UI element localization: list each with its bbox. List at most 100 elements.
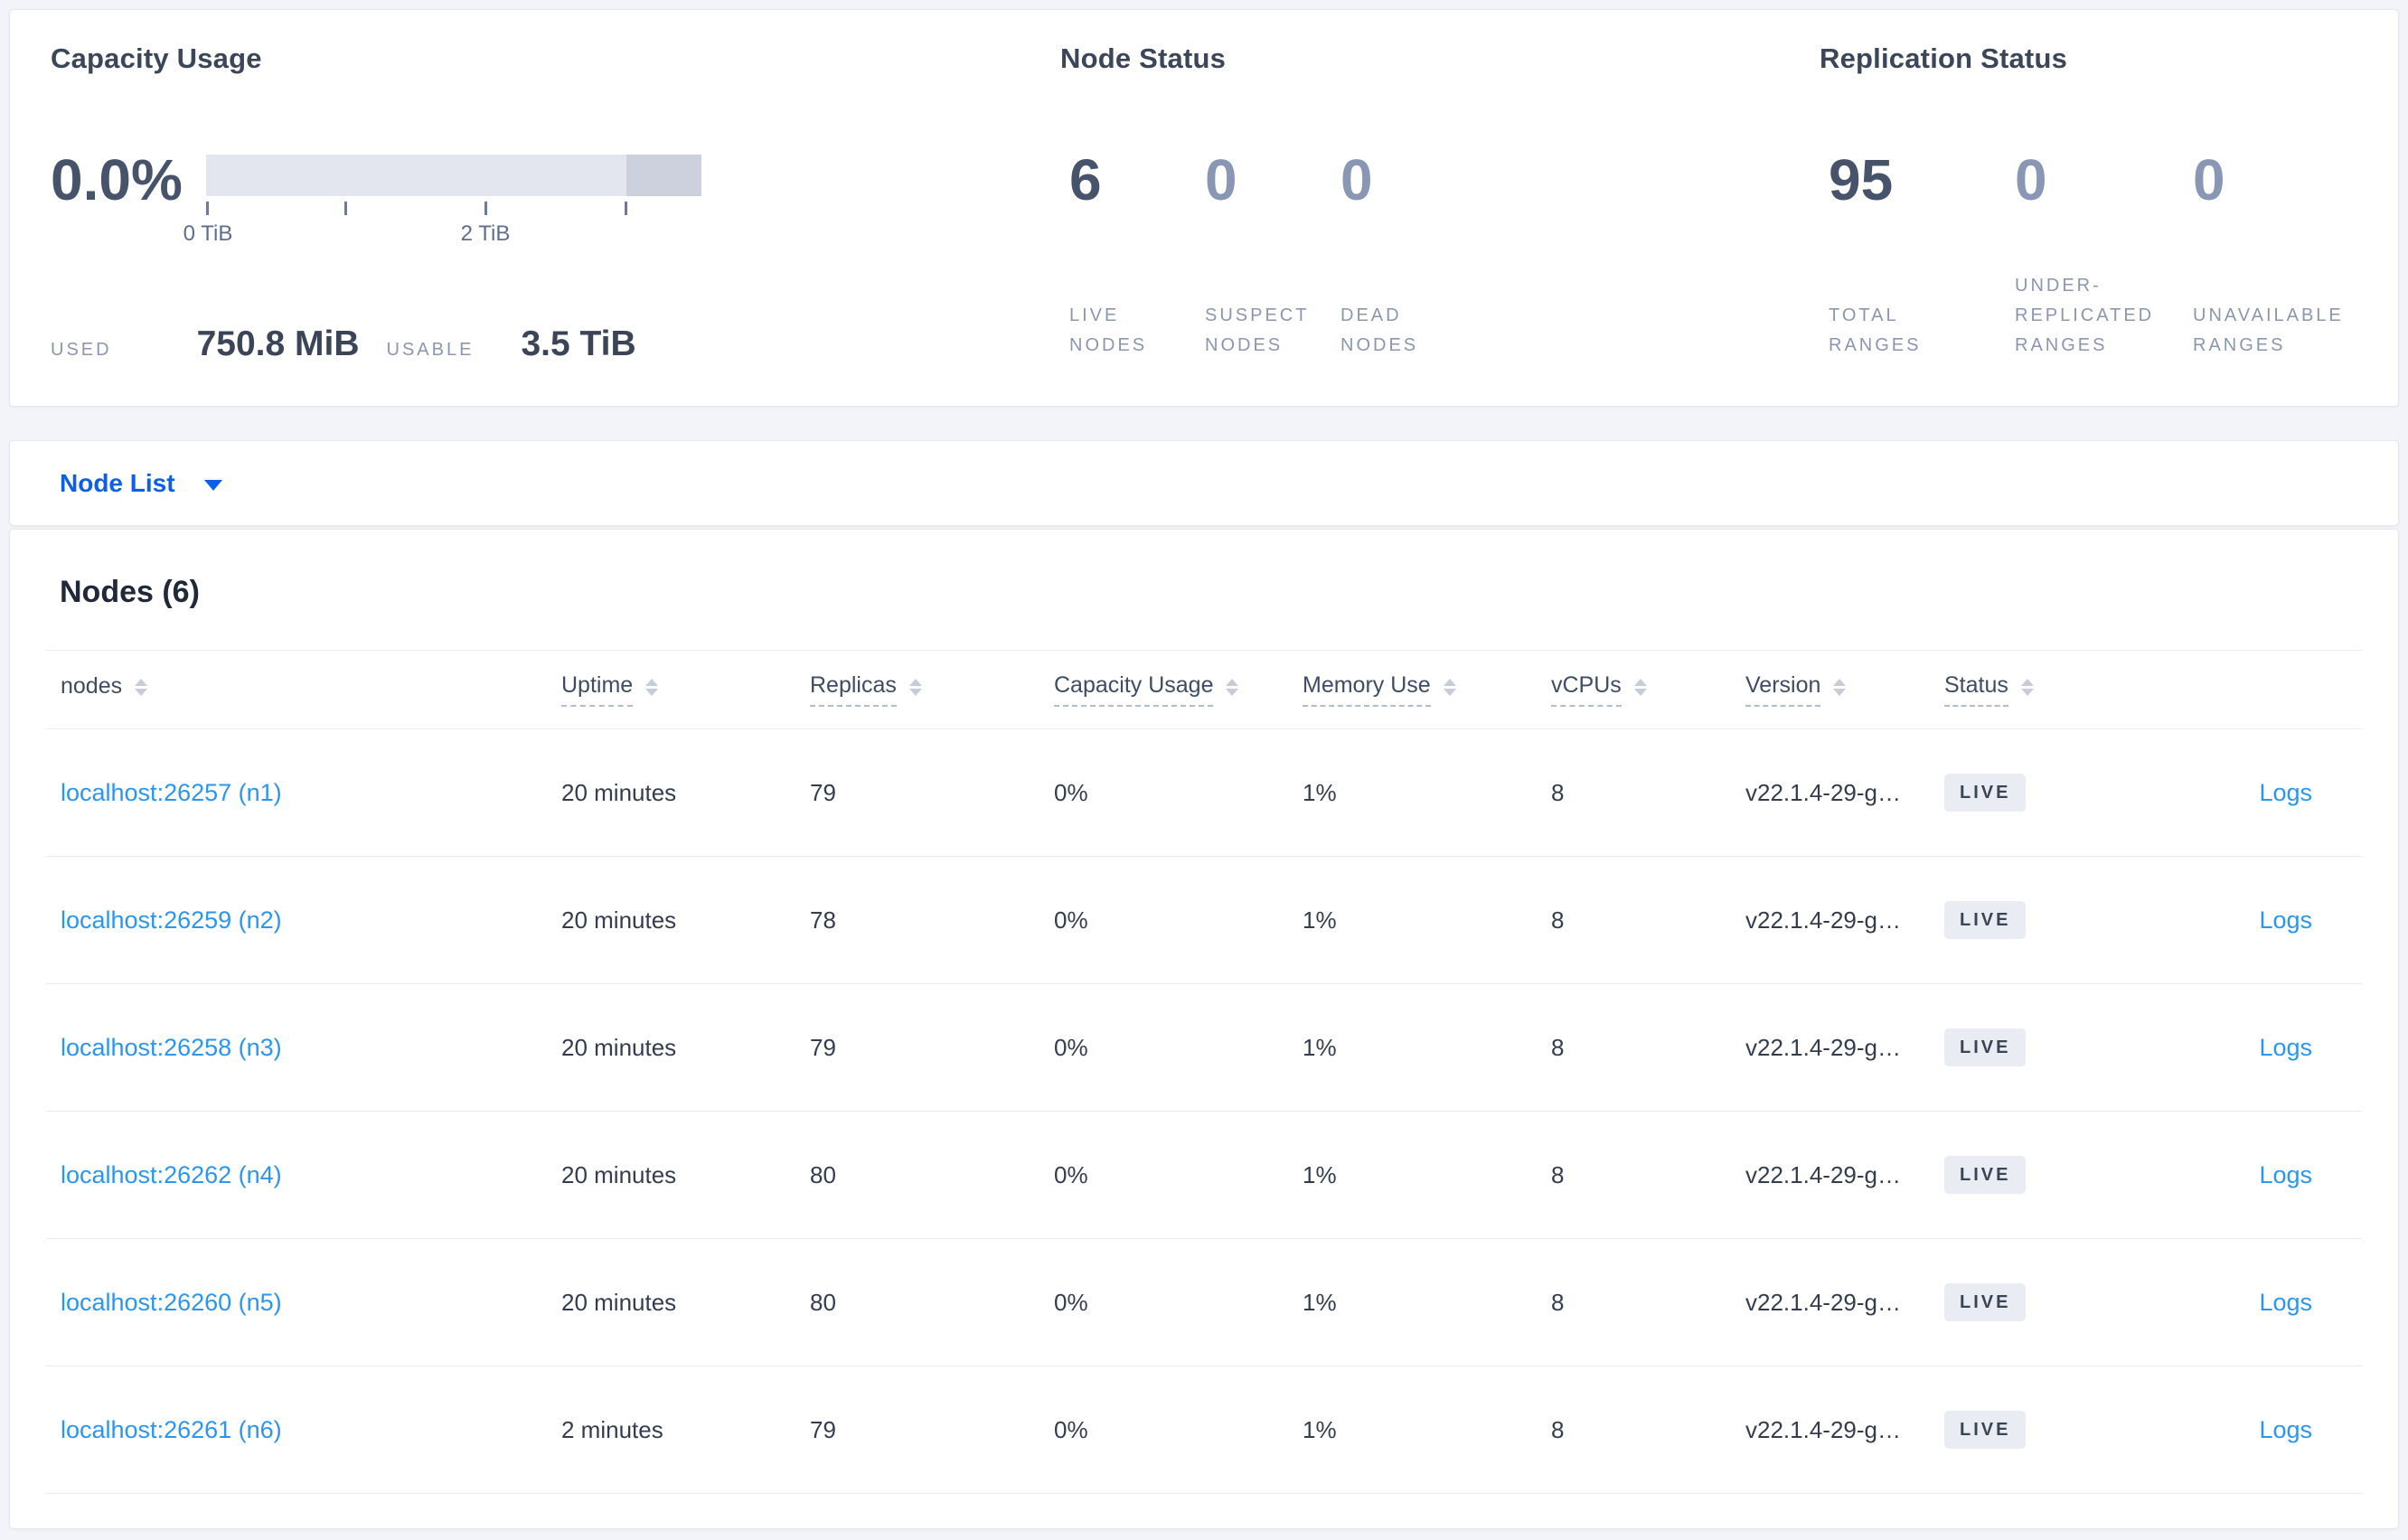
node-cell: localhost:26262 (n4) <box>46 1161 561 1189</box>
logs-link[interactable]: Logs <box>2259 1289 2312 1316</box>
node-link[interactable]: localhost:26257 (n1) <box>61 779 282 806</box>
column-header-uptime[interactable]: Uptime <box>561 672 810 707</box>
memory-cell: 1% <box>1303 1288 1337 1316</box>
logs-cell: Logs <box>2157 1289 2362 1317</box>
capacity-usage-panel: Capacity Usage 0.0% 0 TiB 2 TiB USED 750… <box>51 10 1027 406</box>
node-cell: localhost:26259 (n2) <box>46 906 561 934</box>
replicas-cell: 79 <box>810 778 836 806</box>
node-list-dropdown[interactable]: Node List <box>60 469 222 498</box>
column-header-version[interactable]: Version <box>1745 672 1944 707</box>
node-list-bar: Node List <box>9 440 2399 526</box>
uptime-cell: 20 minutes <box>561 778 677 806</box>
capacity-cell: 0% <box>1054 906 1088 934</box>
logs-link[interactable]: Logs <box>2259 1034 2312 1061</box>
node-status-labels: LIVE NODES SUSPECT NODES DEAD NODES <box>1069 301 1476 361</box>
live-nodes-label: LIVE NODES <box>1069 305 1148 355</box>
capacity-gauge-chart: 0 TiB 2 TiB <box>183 155 712 246</box>
version-cell: v22.1.4-29-g… <box>1745 1033 1901 1061</box>
status-badge: LIVE <box>1944 1156 2027 1194</box>
used-value: 750.8 MiB <box>196 324 360 363</box>
uptime-cell: 20 minutes <box>561 1033 677 1061</box>
vcpus-cell: 8 <box>1551 778 1565 806</box>
column-header-replicas[interactable]: Replicas <box>810 672 1054 707</box>
capacity-gauge-row: 0.0% 0 TiB 2 TiB <box>51 135 712 246</box>
capacity-cell: 0% <box>1054 1288 1088 1316</box>
node-link[interactable]: localhost:26260 (n5) <box>61 1289 282 1316</box>
unavailable-ranges-count: 0 <box>2193 147 2225 212</box>
table-row: localhost:26259 (n2) 20 minutes 78 0% 1%… <box>46 857 2362 984</box>
sort-icon <box>1443 678 1456 696</box>
node-cell: localhost:26261 (n6) <box>46 1416 561 1444</box>
status-cell: LIVE <box>1944 1411 2157 1449</box>
sort-icon <box>645 678 659 696</box>
node-link[interactable]: localhost:26261 (n6) <box>61 1416 282 1443</box>
version-cell: v22.1.4-29-g… <box>1745 1415 1901 1443</box>
nodes-table-card: Nodes (6) nodes Uptime Replicas Capacity… <box>9 529 2399 1529</box>
replication-values: 95 0 0 <box>1829 135 2225 225</box>
capacity-percent-value: 0.0% <box>51 147 183 212</box>
uptime-cell: 20 minutes <box>561 1160 677 1188</box>
column-header-status[interactable]: Status <box>1944 672 2157 707</box>
replicas-cell: 79 <box>810 1033 836 1061</box>
version-cell: v22.1.4-29-g… <box>1745 1160 1901 1188</box>
live-nodes-count: 6 <box>1069 147 1102 212</box>
capacity-usage-title: Capacity Usage <box>51 42 262 74</box>
total-ranges-count: 95 <box>1829 147 1894 212</box>
version-cell: v22.1.4-29-g… <box>1745 1288 1901 1316</box>
node-status-panel: Node Status 6 0 0 LIVE NODES SUSPECT NOD… <box>1060 10 1783 406</box>
version-cell: v22.1.4-29-g… <box>1745 906 1901 934</box>
status-cell: LIVE <box>1944 1283 2157 1321</box>
column-header-vcpus[interactable]: vCPUs <box>1551 672 1745 707</box>
logs-link[interactable]: Logs <box>2259 906 2312 934</box>
logs-link[interactable]: Logs <box>2259 779 2312 806</box>
status-cell: LIVE <box>1944 1028 2157 1066</box>
nodes-table: nodes Uptime Replicas Capacity Usage Mem… <box>46 650 2362 1494</box>
tick-label-2tib: 2 TiB <box>460 221 511 246</box>
table-header-row: nodes Uptime Replicas Capacity Usage Mem… <box>46 650 2362 729</box>
vcpus-cell: 8 <box>1551 1288 1565 1316</box>
node-link[interactable]: localhost:26258 (n3) <box>61 1034 282 1061</box>
logs-link[interactable]: Logs <box>2259 1416 2312 1443</box>
sort-icon <box>135 678 148 696</box>
node-link[interactable]: localhost:26259 (n2) <box>61 906 282 934</box>
uptime-cell: 20 minutes <box>561 1288 677 1316</box>
column-header-memory-use[interactable]: Memory Use <box>1303 672 1551 707</box>
memory-cell: 1% <box>1303 1160 1337 1188</box>
table-row: localhost:26260 (n5) 20 minutes 80 0% 1%… <box>46 1239 2362 1366</box>
vcpus-cell: 8 <box>1551 1033 1565 1061</box>
logs-cell: Logs <box>2157 1416 2362 1444</box>
logs-cell: Logs <box>2157 779 2362 807</box>
used-label: USED <box>51 340 112 360</box>
capacity-cell: 0% <box>1054 1033 1088 1061</box>
replicas-cell: 78 <box>810 906 836 934</box>
node-list-dropdown-label: Node List <box>60 468 175 497</box>
sort-icon <box>2020 678 2034 696</box>
logs-cell: Logs <box>2157 1034 2362 1062</box>
uptime-cell: 2 minutes <box>561 1415 663 1443</box>
node-status-values: 6 0 0 <box>1069 135 1476 225</box>
vcpus-cell: 8 <box>1551 1160 1565 1188</box>
logs-cell: Logs <box>2157 906 2362 934</box>
memory-cell: 1% <box>1303 778 1337 806</box>
version-cell: v22.1.4-29-g… <box>1745 778 1901 806</box>
capacity-cell: 0% <box>1054 1415 1088 1443</box>
table-row: localhost:26262 (n4) 20 minutes 80 0% 1%… <box>46 1112 2362 1239</box>
replicas-cell: 80 <box>810 1160 836 1188</box>
status-badge: LIVE <box>1944 774 2027 812</box>
node-link[interactable]: localhost:26262 (n4) <box>61 1161 282 1188</box>
capacity-used-usable-row: USED 750.8 MiB USABLE 3.5 TiB <box>51 324 636 364</box>
status-cell: LIVE <box>1944 1156 2157 1194</box>
vcpus-cell: 8 <box>1551 906 1565 934</box>
replication-labels: TOTAL RANGES UNDER-REPLICATED RANGES UNA… <box>1829 271 2401 361</box>
replicas-cell: 80 <box>810 1288 836 1316</box>
under-replicated-ranges-count: 0 <box>2015 147 2047 212</box>
logs-link[interactable]: Logs <box>2259 1161 2312 1188</box>
replication-status-panel: Replication Status 95 0 0 TOTAL RANGES U… <box>1820 10 2398 406</box>
column-header-nodes[interactable]: nodes <box>46 673 561 706</box>
column-header-capacity-usage[interactable]: Capacity Usage <box>1054 672 1303 707</box>
tick-mark <box>344 202 347 215</box>
under-replicated-ranges-label: UNDER-REPLICATED RANGES <box>2015 276 2155 355</box>
capacity-cell: 0% <box>1054 1160 1088 1188</box>
node-status-title: Node Status <box>1060 42 1227 74</box>
replicas-cell: 79 <box>810 1415 836 1443</box>
